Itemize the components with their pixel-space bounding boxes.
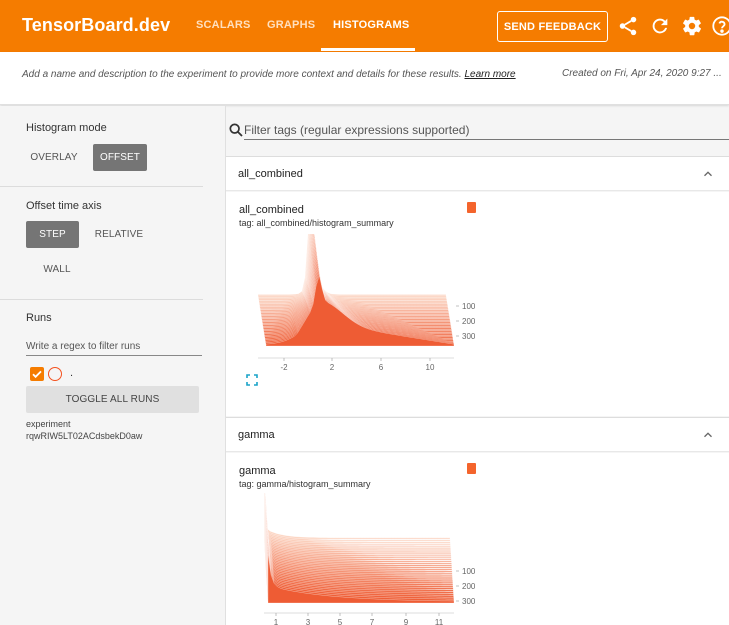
x-tick-label: 10 [426,363,435,370]
toggle-all-runs-button[interactable]: TOGGLE ALL RUNS [26,386,199,413]
wall-button[interactable]: WALL [30,256,84,283]
sidebar-divider [0,186,203,187]
overlay-button[interactable]: OVERLAY [26,144,82,171]
x-tick-label: 7 [370,618,375,625]
brand-title: TensorBoard.dev [22,15,171,35]
histogram-ridge [257,234,447,298]
offset-time-axis-label: Offset time axis [26,200,102,212]
search-icon [228,122,244,138]
y-tick-label: 100 [462,302,476,311]
histogram-mode-label: Histogram mode [26,122,107,134]
category-header-all-combined[interactable]: all_combined [226,156,729,191]
card-title: gamma [239,465,276,477]
y-tick-label: 200 [462,317,476,326]
histogram-ridge [258,234,448,304]
offset-button[interactable]: OFFSET [93,144,147,171]
histogram-ridge [257,234,447,297]
y-tick-label: 100 [462,567,476,576]
description-text: Add a name and description to the experi… [22,69,462,80]
settings-icon[interactable] [681,15,703,37]
run-color-swatch [467,463,476,474]
histogram-ridge [263,493,451,544]
histogram-card-all-combined: all_combined tag: all_combined/histogram… [226,192,729,416]
x-tick-label: -2 [280,363,288,370]
x-tick-label: 9 [404,618,409,625]
share-icon[interactable] [617,15,639,37]
y-tick-label: 300 [462,597,476,606]
run-filter-input[interactable] [26,338,202,356]
learn-more-link[interactable]: Learn more [464,69,515,80]
runs-label: Runs [26,312,52,324]
run-name: . [70,367,74,379]
refresh-icon[interactable] [649,15,671,37]
x-tick-label: 1 [274,618,279,625]
x-tick-label: 5 [338,618,343,625]
fullscreen-icon[interactable] [246,373,258,386]
histogram-plot: 100 200 300 1 3 5 7 9 11 [263,493,476,625]
card-tag: tag: all_combined/histogram_summary [239,218,394,228]
category-name: gamma [238,429,275,441]
run-color-swatch [467,202,476,213]
tab-graphs[interactable]: GRAPHS [267,19,315,31]
y-tick-label: 200 [462,582,476,591]
category-name: all_combined [238,168,303,180]
top-app-bar: TensorBoard.dev SCALARS GRAPHS HISTOGRAM… [0,0,729,52]
experiment-label: experiment [26,419,71,429]
tag-filter-input[interactable] [244,120,729,140]
x-tick-label: 3 [306,618,311,625]
x-tick-label: 11 [435,618,444,625]
tab-scalars[interactable]: SCALARS [196,19,251,31]
main-content: all_combined all_combined tag: all_combi… [226,106,729,625]
experiment-id-label: experiment rqwRIW5LT02ACdsbekD0aw [26,418,142,442]
sidebar: Histogram mode OVERLAY OFFSET Offset tim… [0,106,226,625]
histogram-ridge [258,234,447,300]
x-tick-label: 2 [330,363,335,370]
histogram-ridge [263,493,451,542]
active-tab-indicator [321,48,415,51]
relative-button[interactable]: RELATIVE [89,221,149,248]
chevron-up-icon[interactable] [701,428,715,442]
histogram-ridge [263,493,451,540]
step-button[interactable]: STEP [26,221,79,248]
run-color-icon[interactable] [48,367,62,381]
send-feedback-button[interactable]: SEND FEEDBACK [497,11,608,42]
experiment-description-bar: Add a name and description to the experi… [0,52,729,105]
y-tick-label: 300 [462,332,476,341]
tab-histograms[interactable]: HISTOGRAMS [333,19,409,31]
histogram-plot: 100 200 300 -2 2 6 10 [257,234,476,370]
chevron-up-icon[interactable] [701,167,715,181]
x-tick-label: 6 [379,363,384,370]
help-icon[interactable] [711,15,729,37]
experiment-id: rqwRIW5LT02ACdsbekD0aw [26,431,143,441]
category-header-gamma[interactable]: gamma [226,417,729,452]
histogram-card-gamma: gamma tag: gamma/histogram_summary 100 20… [226,453,729,625]
created-timestamp: Created on Fri, Apr 24, 2020 9:27 ... [562,68,722,79]
histogram-ridge [258,234,447,301]
experiment-description: Add a name and description to the experi… [22,68,542,81]
sidebar-divider [0,299,203,300]
card-title: all_combined [239,204,304,216]
histogram-ridge [258,234,448,303]
run-checkbox[interactable] [30,367,44,381]
card-tag: tag: gamma/histogram_summary [239,479,371,489]
